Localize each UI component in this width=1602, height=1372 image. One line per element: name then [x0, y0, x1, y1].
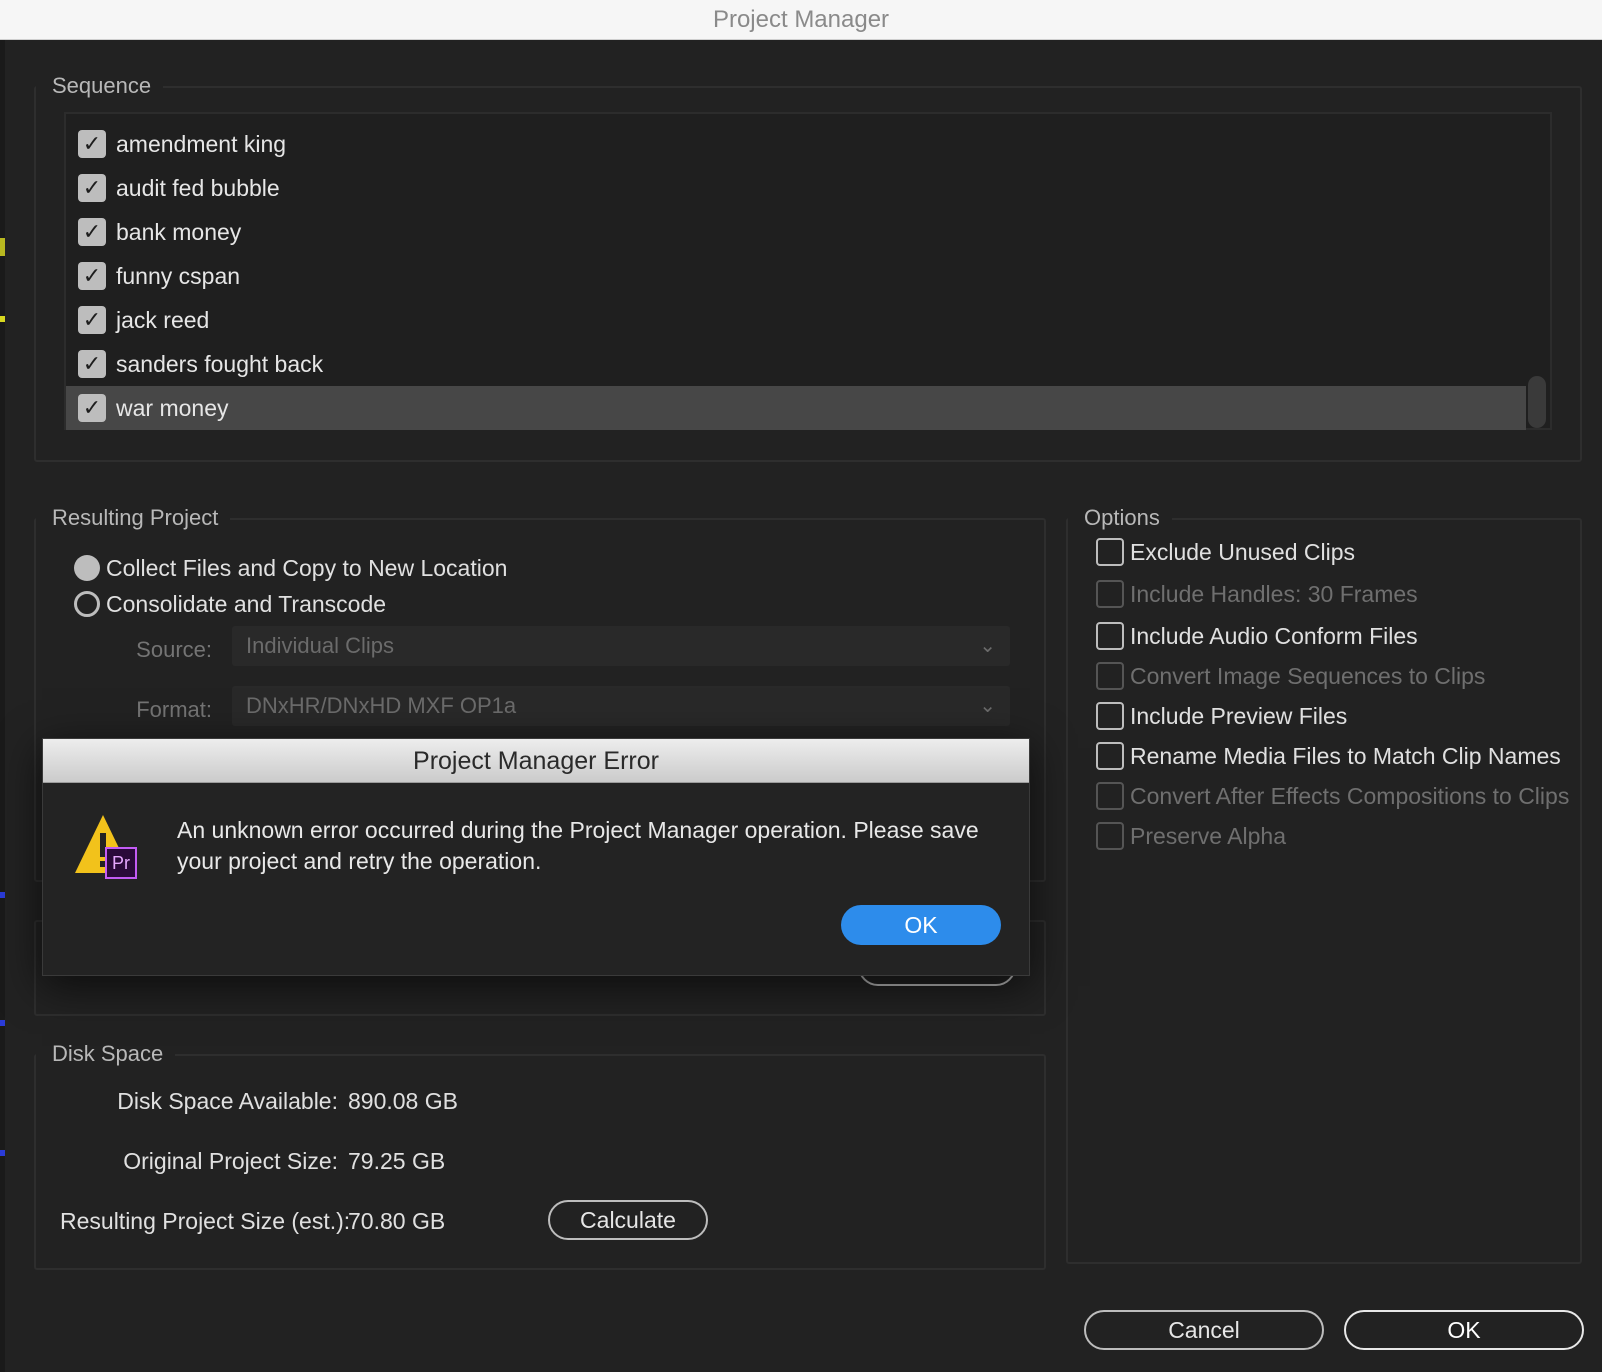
sequence-item[interactable]: ✓ audit fed bubble: [66, 166, 1526, 210]
checkbox-checked[interactable]: ✓: [78, 394, 106, 422]
sequence-item-label: bank money: [116, 219, 242, 245]
sequence-item-label: audit fed bubble: [116, 175, 280, 201]
sequence-item[interactable]: ✓ amendment king: [66, 122, 1526, 166]
checkbox-checked[interactable]: ✓: [78, 174, 106, 202]
resulting-project-legend: Resulting Project: [36, 504, 231, 532]
sequence-legend: Sequence: [36, 72, 164, 100]
chevron-down-icon: ⌄: [979, 635, 996, 657]
include-preview-files-label[interactable]: Include Preview Files: [1130, 701, 1347, 731]
disk-available-label: Disk Space Available:: [117, 1088, 338, 1114]
include-handles-label: Include Handles: 30 Frames: [1130, 581, 1418, 607]
radio-collect-files-label[interactable]: Collect Files and Copy to New Location: [106, 553, 507, 583]
edge-marker: [0, 892, 5, 898]
sequence-item[interactable]: ✓ funny cspan: [66, 254, 1526, 298]
checkbox-checked[interactable]: ✓: [78, 306, 106, 334]
cancel-button[interactable]: Cancel: [1084, 1310, 1324, 1350]
options-legend: Options: [1068, 504, 1172, 532]
source-label: Source:: [136, 637, 212, 662]
convert-ae-comps-label: Convert After Effects Compositions to Cl…: [1130, 783, 1570, 809]
edge-marker: [0, 1150, 5, 1156]
disk-space-legend: Disk Space: [36, 1040, 176, 1068]
preserve-alpha-label: Preserve Alpha: [1130, 823, 1286, 849]
checkbox-checked[interactable]: ✓: [78, 350, 106, 378]
premiere-badge-icon: Pr: [105, 847, 137, 879]
rename-media-files-checkbox[interactable]: [1096, 742, 1124, 770]
convert-image-sequences-checkbox: [1096, 662, 1124, 690]
sequence-item-selected[interactable]: ✓ war money: [66, 386, 1526, 430]
radio-consolidate-label[interactable]: Consolidate and Transcode: [106, 589, 386, 619]
sequence-item[interactable]: ✓ sanders fought back: [66, 342, 1526, 386]
format-label: Format:: [136, 697, 212, 722]
error-dialog-title: Project Manager Error: [413, 747, 659, 775]
edge-marker: [0, 316, 5, 322]
include-preview-files-checkbox[interactable]: [1096, 702, 1124, 730]
error-message: An unknown error occurred during the Pro…: [177, 817, 979, 874]
resulting-size-value: 70.80 GB: [348, 1208, 446, 1234]
convert-image-sequences-label: Convert Image Sequences to Clips: [1130, 663, 1486, 689]
format-dropdown[interactable]: DNxHR/DNxHD MXF OP1a ⌄: [232, 686, 1010, 726]
sequence-item-label: sanders fought back: [116, 351, 324, 377]
exclude-unused-clips-checkbox[interactable]: [1096, 538, 1124, 566]
edge-marker: [0, 1020, 5, 1026]
sequence-item[interactable]: ✓ jack reed: [66, 298, 1526, 342]
sequence-scrollbar-thumb[interactable]: [1528, 376, 1546, 428]
sequence-item-label: war money: [116, 395, 229, 421]
ok-button[interactable]: OK: [1344, 1310, 1584, 1350]
convert-ae-comps-checkbox: [1096, 782, 1124, 810]
checkbox-checked[interactable]: ✓: [78, 262, 106, 290]
source-dropdown[interactable]: Individual Clips ⌄: [232, 626, 1010, 666]
include-audio-conform-checkbox[interactable]: [1096, 622, 1124, 650]
format-value: DNxHR/DNxHD MXF OP1a: [246, 693, 517, 718]
disk-available-value: 890.08 GB: [348, 1088, 458, 1114]
rename-media-files-label[interactable]: Rename Media Files to Match Clip Names: [1130, 741, 1561, 771]
resulting-size-label: Resulting Project Size (est.):: [60, 1208, 351, 1234]
include-audio-conform-label[interactable]: Include Audio Conform Files: [1130, 621, 1418, 651]
chevron-down-icon: ⌄: [979, 695, 996, 717]
sequence-item-label: jack reed: [116, 307, 210, 333]
source-value: Individual Clips: [246, 633, 394, 658]
sequence-item[interactable]: ✓ bank money: [66, 210, 1526, 254]
radio-collect-files[interactable]: [74, 555, 100, 581]
include-handles-checkbox: [1096, 580, 1124, 608]
checkbox-checked[interactable]: ✓: [78, 130, 106, 158]
radio-consolidate[interactable]: [74, 591, 100, 617]
calculate-button[interactable]: Calculate: [548, 1200, 708, 1240]
preserve-alpha-checkbox: [1096, 822, 1124, 850]
exclude-unused-clips-label[interactable]: Exclude Unused Clips: [1130, 537, 1355, 567]
edge-marker: [0, 238, 5, 256]
original-size-label: Original Project Size:: [123, 1148, 338, 1174]
error-dialog: Project Manager Error Pr An unknown erro…: [42, 738, 1030, 976]
original-size-value: 79.25 GB: [348, 1148, 446, 1174]
checkbox-checked[interactable]: ✓: [78, 218, 106, 246]
sequence-item-label: funny cspan: [116, 263, 241, 289]
error-dialog-ok-button[interactable]: OK: [841, 905, 1001, 945]
window-title: Project Manager: [712, 6, 890, 33]
sequence-item-label: amendment king: [116, 131, 287, 157]
